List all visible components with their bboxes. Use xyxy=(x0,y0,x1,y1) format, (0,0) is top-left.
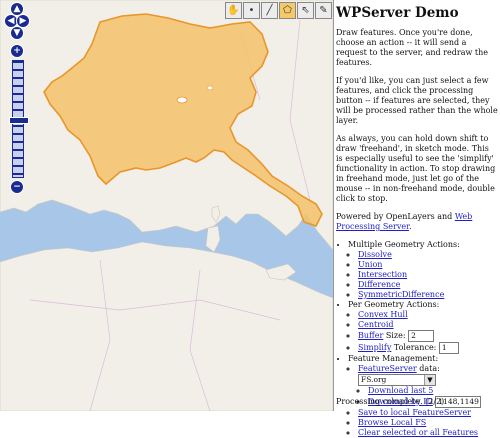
actions-list: Multiple Geometry Actions: DissolveUnion… xyxy=(336,240,498,438)
zoom-in-button[interactable]: + xyxy=(10,44,24,58)
lake-geneva xyxy=(176,96,188,104)
point-icon: • xyxy=(248,5,255,16)
per-geometry-section: Per Geometry Actions: Convex Hull Centro… xyxy=(348,300,498,354)
powered-prefix: Powered by OpenLayers and xyxy=(336,212,455,221)
sicily xyxy=(265,263,297,281)
buffer-link[interactable]: Buffer xyxy=(358,331,383,340)
modify-tool[interactable]: ✎ xyxy=(315,2,332,19)
simplify-link[interactable]: Simplify xyxy=(358,343,391,352)
tolerance-input[interactable]: 1 xyxy=(438,342,459,354)
pan-down-button[interactable]: ▼ xyxy=(10,26,24,40)
tolerance-label: Tolerance: xyxy=(391,343,439,352)
intersection-link[interactable]: Intersection xyxy=(358,270,407,279)
browse-local-link[interactable]: Browse Local FS xyxy=(358,418,426,427)
line-icon: ╱ xyxy=(266,5,273,16)
list-item: Dissolve xyxy=(358,250,498,260)
sardinia xyxy=(205,225,221,253)
page-title: WPServer Demo xyxy=(336,5,459,21)
clear-features-link[interactable]: Clear selected or all Features xyxy=(358,428,478,437)
multi-geometry-section: Multiple Geometry Actions: DissolveUnion… xyxy=(348,240,498,300)
multi-heading: Multiple Geometry Actions: xyxy=(348,240,460,249)
feature-management-section: Feature Management: FeatureServer data: … xyxy=(348,354,498,438)
chevron-down-icon: ▼ xyxy=(424,375,435,385)
featureserver-link[interactable]: FeatureServer xyxy=(358,364,417,373)
list-item: Convex Hull xyxy=(358,310,498,320)
powered-suffix: . xyxy=(409,222,412,231)
lake-constance xyxy=(206,85,214,91)
featureserver-select[interactable]: FS.org ▼ xyxy=(358,374,436,386)
zoom-out-button[interactable]: − xyxy=(10,180,24,194)
list-item: SymmetricDifference xyxy=(358,290,498,300)
list-item: Buffer Size: 2 xyxy=(358,330,498,342)
drag-tool[interactable]: ✥ xyxy=(333,2,334,19)
buffer-size-input[interactable]: 2 xyxy=(408,330,435,342)
download-last-link[interactable]: Download last 5 xyxy=(368,386,433,395)
multi-actions-list: DissolveUnionIntersectionDifferenceSymme… xyxy=(348,250,498,300)
centroid-link[interactable]: Centroid xyxy=(358,320,394,329)
map-viewport[interactable]: ▲ ◀ ▶ ▼ + − ✋ • ╱ ⬠ ⇖ ✎ ✥ xyxy=(0,0,334,411)
list-item: Clear selected or all Features xyxy=(358,428,498,438)
select-tool[interactable]: ⇖ xyxy=(297,2,314,19)
buffer-size-label: Size: xyxy=(383,331,409,340)
editing-toolbar: ✋ • ╱ ⬠ ⇖ ✎ ✥ xyxy=(224,2,334,20)
per-heading: Per Geometry Actions: xyxy=(348,300,440,309)
fm-heading: Feature Management: xyxy=(348,354,439,363)
status-text: Processing complete. (2/2) xyxy=(336,397,445,406)
list-item: Difference xyxy=(358,280,498,290)
union-link[interactable]: Union xyxy=(358,260,382,269)
featureserver-selected-value: FS.org xyxy=(361,375,387,384)
per-actions-list: Convex Hull Centroid Buffer Size: 2 Simp… xyxy=(348,310,498,354)
list-item: Union xyxy=(358,260,498,270)
line-tool[interactable]: ╱ xyxy=(261,2,278,19)
navigate-tool[interactable]: ✋ xyxy=(225,2,242,19)
hand-icon: ✋ xyxy=(227,5,240,16)
list-item: Intersection xyxy=(358,270,498,280)
list-item: Centroid xyxy=(358,320,498,330)
difference-link[interactable]: Difference xyxy=(358,280,400,289)
list-item: Save to local FeatureServer xyxy=(358,408,498,418)
convex-hull-link[interactable]: Convex Hull xyxy=(358,310,408,319)
symmetricdifference-link[interactable]: SymmetricDifference xyxy=(358,290,444,299)
powered-by: Powered by OpenLayers and Web Processing… xyxy=(336,212,498,232)
list-item: Download last 5 xyxy=(368,386,498,396)
sidebar: WPServer Demo Draw features. Once you're… xyxy=(336,0,498,438)
intro-text: Draw features. Once you're done, choose … xyxy=(336,28,488,67)
list-item: Browse Local FS xyxy=(358,418,498,428)
basemap xyxy=(0,0,333,411)
zoom-slider-handle[interactable] xyxy=(9,117,29,124)
freehand-hint-text: As always, you can hold down shift to dr… xyxy=(336,134,496,203)
dissolve-link[interactable]: Dissolve xyxy=(358,250,392,259)
select-icon: ⇖ xyxy=(301,5,310,16)
polygon-tool[interactable]: ⬠ xyxy=(279,2,296,19)
point-tool[interactable]: • xyxy=(243,2,260,19)
select-hint-text: If you'd like, you can just select a few… xyxy=(336,76,498,125)
pan-zoom-control: ▲ ◀ ▶ ▼ + − xyxy=(4,2,30,194)
polygon-icon: ⬠ xyxy=(283,5,292,16)
featureserver-label: data: xyxy=(416,364,440,373)
save-local-link[interactable]: Save to local FeatureServer xyxy=(358,408,471,417)
pencil-icon: ✎ xyxy=(319,5,328,16)
list-item: Simplify Tolerance: 1 xyxy=(358,342,498,354)
